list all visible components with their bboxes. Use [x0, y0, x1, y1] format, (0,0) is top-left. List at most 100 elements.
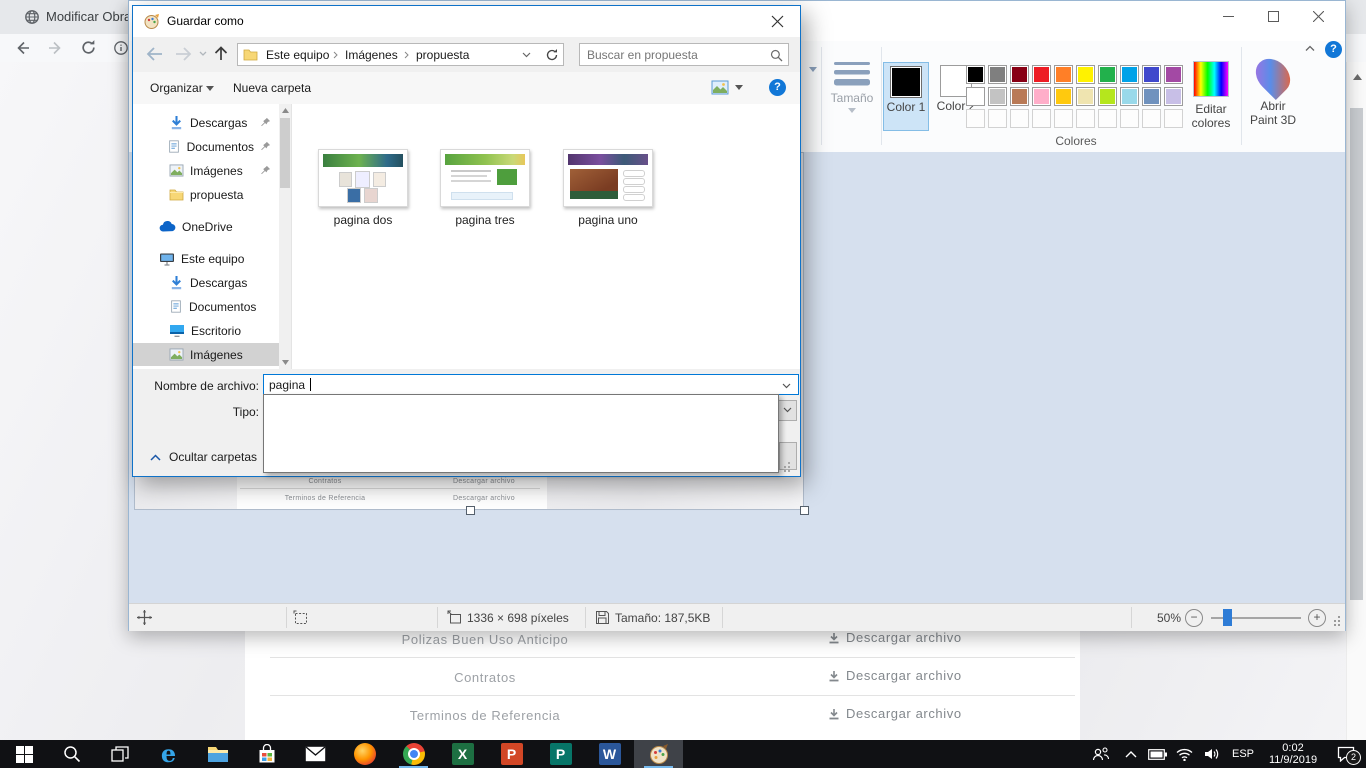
- scroll-down-icon[interactable]: [282, 360, 289, 365]
- edit-colors-button[interactable]: Editar colores: [1187, 61, 1235, 130]
- nav-item-imagenes-selected[interactable]: Imágenes: [133, 343, 279, 366]
- palette-swatch[interactable]: [1076, 87, 1095, 106]
- palette-swatch[interactable]: [1142, 87, 1161, 106]
- palette-swatch-empty[interactable]: [1098, 109, 1117, 128]
- browser-forward-icon[interactable]: [48, 40, 64, 56]
- recent-locations-icon[interactable]: [199, 51, 207, 56]
- nav-item-descargas[interactable]: Descargas: [133, 271, 279, 294]
- palette-swatch[interactable]: [1098, 87, 1117, 106]
- palette-swatch[interactable]: [1076, 65, 1095, 84]
- start-button[interactable]: [0, 740, 48, 768]
- nav-item-documentos-pinned[interactable]: Documentos: [133, 135, 279, 158]
- refresh-button[interactable]: [540, 43, 564, 66]
- scroll-up-icon[interactable]: [1353, 74, 1362, 80]
- palette-swatch[interactable]: [988, 65, 1007, 84]
- taskbar-excel-button[interactable]: X: [438, 740, 487, 768]
- size-button[interactable]: Tamaño: [827, 61, 877, 113]
- download-link[interactable]: Descargar archivo: [828, 706, 962, 721]
- palette-swatch-empty[interactable]: [1142, 109, 1161, 128]
- forward-icon[interactable]: [175, 46, 193, 62]
- palette-swatch[interactable]: [1142, 65, 1161, 84]
- taskbar-chrome-button[interactable]: [389, 740, 438, 768]
- help-button[interactable]: ?: [1325, 41, 1342, 58]
- palette-swatch[interactable]: [966, 65, 985, 84]
- palette-swatch[interactable]: [1010, 87, 1029, 106]
- hide-folders-button[interactable]: Ocultar carpetas: [150, 450, 257, 464]
- address-dropdown-icon[interactable]: [522, 52, 531, 58]
- open-paint3d-button[interactable]: Abrir Paint 3D: [1245, 57, 1301, 127]
- nav-item-escritorio[interactable]: Escritorio: [133, 319, 279, 342]
- taskbar-powerpoint-button[interactable]: P: [487, 740, 536, 768]
- taskbar-store-button[interactable]: [242, 740, 291, 768]
- tray-overflow-button[interactable]: [1118, 740, 1144, 768]
- taskbar-firefox-button[interactable]: [340, 740, 389, 768]
- nav-item-descargas-pinned[interactable]: Descargas: [133, 111, 279, 134]
- palette-swatch[interactable]: [1120, 65, 1139, 84]
- nav-scrollbar[interactable]: [279, 104, 291, 369]
- breadcrumb-folder[interactable]: Imágenes: [345, 48, 398, 62]
- taskbar-search-button[interactable]: [48, 740, 96, 768]
- tray-wifi-button[interactable]: [1171, 740, 1198, 768]
- organize-button[interactable]: Organizar: [150, 81, 203, 95]
- taskbar-file-explorer-button[interactable]: [193, 740, 242, 768]
- palette-swatch[interactable]: [1010, 65, 1029, 84]
- palette-swatch[interactable]: [1054, 87, 1073, 106]
- nav-item-imagenes-pinned[interactable]: Imágenes: [133, 159, 279, 182]
- canvas-resize-handle[interactable]: [800, 506, 809, 515]
- page-info-icon[interactable]: [113, 40, 129, 56]
- address-bar[interactable]: Este equipo Imágenes propuesta: [237, 43, 541, 66]
- download-link[interactable]: Descargar archivo: [828, 668, 962, 683]
- taskbar-mail-button[interactable]: [291, 740, 340, 768]
- browser-scrollbar-thumb[interactable]: [1350, 108, 1363, 600]
- palette-swatch-empty[interactable]: [1164, 109, 1183, 128]
- canvas-resize-handle[interactable]: [466, 506, 475, 515]
- nav-item-documentos[interactable]: Documentos: [133, 295, 279, 318]
- back-icon[interactable]: [145, 46, 163, 62]
- collapse-ribbon-icon[interactable]: [1305, 45, 1315, 51]
- view-mode-icon[interactable]: [711, 80, 729, 95]
- breadcrumb-root[interactable]: Este equipo: [266, 48, 329, 62]
- brush-dropdown-icon[interactable]: [809, 67, 817, 72]
- maximize-button[interactable]: [1251, 1, 1296, 31]
- search-box[interactable]: Buscar en propuesta: [579, 43, 789, 66]
- nav-scrollbar-thumb[interactable]: [280, 118, 290, 188]
- zoom-in-button[interactable]: +: [1308, 609, 1326, 627]
- file-item[interactable]: pagina uno: [553, 149, 663, 227]
- minimize-button[interactable]: [1206, 1, 1251, 31]
- view-dropdown-icon[interactable]: [735, 85, 743, 90]
- taskbar-publisher-button[interactable]: P: [536, 740, 585, 768]
- filename-dropdown-icon[interactable]: [782, 383, 791, 389]
- taskbar-word-button[interactable]: W: [585, 740, 634, 768]
- palette-swatch[interactable]: [966, 87, 985, 106]
- download-link[interactable]: Descargar archivo: [828, 630, 962, 645]
- nav-item-propuesta[interactable]: propuesta: [133, 183, 279, 206]
- palette-swatch-empty[interactable]: [1010, 109, 1029, 128]
- scroll-up-icon[interactable]: [282, 108, 289, 113]
- browser-tab-title[interactable]: Modificar Obra/: [46, 9, 135, 24]
- palette-swatch[interactable]: [1164, 87, 1183, 106]
- breadcrumb-subfolder[interactable]: propuesta: [416, 48, 469, 62]
- nav-item-onedrive[interactable]: OneDrive: [133, 215, 279, 238]
- browser-back-icon[interactable]: [14, 40, 30, 56]
- palette-swatch[interactable]: [988, 87, 1007, 106]
- nav-item-este-equipo[interactable]: Este equipo: [133, 247, 279, 270]
- tray-volume-button[interactable]: [1198, 740, 1226, 768]
- dialog-close-icon[interactable]: [771, 15, 784, 28]
- task-view-button[interactable]: [96, 740, 144, 768]
- palette-swatch[interactable]: [1032, 87, 1051, 106]
- zoom-out-button[interactable]: −: [1185, 609, 1203, 627]
- filename-input[interactable]: pagina: [263, 374, 799, 395]
- browser-reload-icon[interactable]: [80, 39, 97, 56]
- palette-swatch-empty[interactable]: [1120, 109, 1139, 128]
- palette-swatch[interactable]: [1054, 65, 1073, 84]
- file-type-dropdown-button[interactable]: [778, 400, 797, 421]
- palette-swatch[interactable]: [1098, 65, 1117, 84]
- palette-swatch-empty[interactable]: [1054, 109, 1073, 128]
- palette-swatch-empty[interactable]: [1076, 109, 1095, 128]
- dialog-help-button[interactable]: ?: [769, 79, 786, 96]
- taskbar-edge-button[interactable]: e: [144, 740, 193, 768]
- color1-button[interactable]: Color 1: [883, 62, 929, 131]
- palette-swatch-empty[interactable]: [1032, 109, 1051, 128]
- file-item[interactable]: pagina dos: [308, 149, 418, 227]
- filename-suggestions-dropdown[interactable]: [263, 394, 779, 473]
